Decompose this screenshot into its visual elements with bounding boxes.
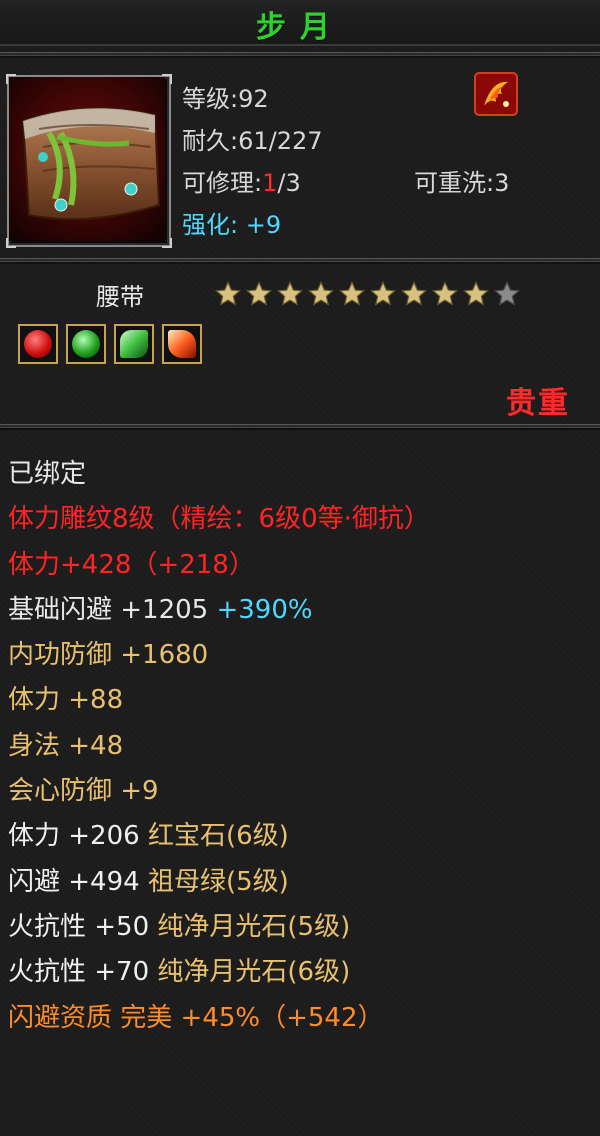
attr-agility: 身法 +48 [8,730,124,761]
fire-phoenix-icon[interactable] [474,72,518,116]
item-name: 步月 [256,10,344,45]
star-filled-icon [338,280,366,306]
attr-gem-ruby: 体力 +206 红宝石(6级) [8,821,289,852]
attr-stamina-bonus: 体力+428（+218） [8,549,255,580]
divider-mid [0,258,600,264]
item-tooltip-panel: 步月 等级:92 耐久:61/227 可修理:1/3 可重洗:3 强化: +9 … [0,0,600,1136]
jade-gem-icon[interactable] [114,324,154,364]
item-level: 等级:92 [182,85,269,113]
item-reroll: 可重洗:3 [414,169,510,197]
star-filled-icon [276,280,304,306]
moonstone-gem-icon[interactable] [162,324,202,364]
attr-stamina: 体力 +88 [8,685,124,716]
attr-crit-defense: 会心防御 +9 [8,776,159,807]
star-filled-icon [400,280,428,306]
divider-bottom [0,424,600,430]
star-filled-icon [431,280,459,306]
star-filled-icon [245,280,273,306]
item-type: 腰带 [96,283,144,311]
star-filled-icon [369,280,397,306]
item-icon-frame[interactable] [6,74,172,248]
attr-bound: 已绑定 [8,459,87,489]
attr-dodge-aptitude: 闪避资质 完美 +45%（+542） [8,1002,384,1033]
item-enhance: 强化: +9 [182,211,282,239]
star-empty-icon [493,280,521,306]
gem-slots [18,324,202,364]
star-filled-icon [307,280,335,306]
title-bar: 步月 [0,0,600,46]
attribute-list: 已绑定 体力雕纹8级（精绘：6级0等·御抗） 体力+428（+218） 基础闪避… [8,454,598,1043]
attr-engraving: 体力雕纹8级（精绘：6级0等·御抗） [8,504,430,535]
attr-inner-defense: 内功防御 +1680 [8,640,209,671]
attr-gem-moonstone-5: 火抗性 +50 纯净月光石(5级) [8,911,351,942]
belt-icon [9,77,165,241]
star-filled-icon [214,280,242,306]
attr-gem-emerald: 闪避 +494 祖母绿(5级) [8,866,289,897]
attr-base-dodge: 基础闪避 +1205 +390% [8,594,313,625]
star-rating [214,280,521,310]
star-filled-icon [462,280,490,306]
emerald-gem-icon[interactable] [66,324,106,364]
divider-top [0,52,600,58]
item-repair: 可修理:1/3 [182,169,301,197]
ruby-gem-icon[interactable] [18,324,58,364]
quality-label: 贵重 [506,386,570,421]
attr-gem-moonstone-6: 火抗性 +70 纯净月光石(6级) [8,957,351,988]
item-durability: 耐久:61/227 [182,127,323,155]
